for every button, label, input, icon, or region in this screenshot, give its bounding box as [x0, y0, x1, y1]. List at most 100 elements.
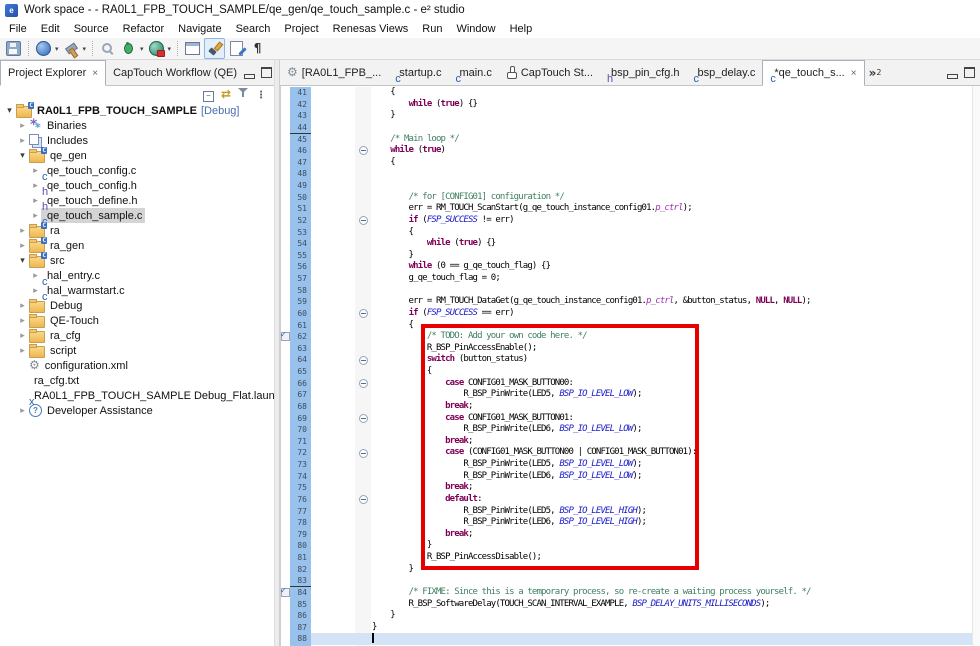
tree-item-ra-cfg-txt[interactable]: ra_cfg.txt: [0, 373, 274, 388]
code-line-text[interactable]: [371, 180, 980, 192]
dropdown-arrow-icon[interactable]: ▾: [55, 45, 59, 53]
code-line-63[interactable]: 63 R_BSP_PinAccessEnable();: [281, 343, 980, 355]
tree-chevron-icon[interactable]: ▸: [30, 196, 41, 206]
tree-item-qe-touch-config-c[interactable]: ▸qe_touch_config.c: [0, 163, 274, 178]
task-marker-icon[interactable]: [281, 332, 290, 341]
code-line-76[interactable]: 76 default:: [281, 494, 980, 506]
code-line-text[interactable]: [371, 285, 980, 297]
tree-chevron-icon[interactable]: ▸: [17, 241, 28, 251]
menu-run[interactable]: Run: [415, 21, 449, 37]
toolbar-qe-run-button[interactable]: [147, 39, 166, 58]
dropdown-arrow-icon[interactable]: ▾: [168, 45, 172, 53]
panel-tab-project-explorer[interactable]: Project Explorer×: [0, 60, 106, 86]
code-line-text[interactable]: if (FSP_SUCCESS == err): [371, 308, 980, 320]
line-number[interactable]: 74: [290, 471, 311, 483]
toolbar-launch-console-button[interactable]: [34, 39, 53, 58]
code-line-text[interactable]: {: [371, 87, 980, 99]
fold-ruler-cell[interactable]: [355, 145, 371, 157]
tree-item-script[interactable]: ▸script: [0, 343, 274, 358]
toolbar-format-brush-button[interactable]: [204, 38, 225, 59]
code-line-79[interactable]: 79 break;: [281, 529, 980, 541]
code-line-53[interactable]: 53 {: [281, 227, 980, 239]
code-line-52[interactable]: 52 if (FSP_SUCCESS != err): [281, 215, 980, 227]
code-line-text[interactable]: if (FSP_SUCCESS != err): [371, 215, 980, 227]
line-number[interactable]: 71: [290, 436, 311, 448]
tree-chevron-icon[interactable]: ▸: [17, 346, 28, 356]
code-line-text[interactable]: R_BSP_SoftwareDelay(TOUCH_SCAN_INTERVAL_…: [371, 599, 980, 611]
code-line-43[interactable]: 43 }: [281, 110, 980, 122]
code-line-56[interactable]: 56 while (0 == g_qe_touch_flag) {}: [281, 261, 980, 273]
code-line-58[interactable]: 58: [281, 285, 980, 297]
code-line-text[interactable]: {: [371, 320, 980, 332]
code-line-text[interactable]: break;: [371, 529, 980, 541]
code-line-59[interactable]: 59 err = RM_TOUCH_DataGet(g_qe_touch_ins…: [281, 296, 980, 308]
code-line-text[interactable]: R_BSP_PinAccessDisable();: [371, 552, 980, 564]
tree-item-ra-cfg[interactable]: ▸ra_cfg: [0, 328, 274, 343]
maximize-icon[interactable]: [261, 67, 272, 78]
tree-item-ra[interactable]: ▸ra: [0, 223, 274, 238]
menu-help[interactable]: Help: [503, 21, 540, 37]
tree-chevron-icon[interactable]: ▾: [17, 151, 28, 161]
line-number[interactable]: 53: [290, 227, 311, 239]
panel-toolbar-view-menu-button[interactable]: ⋮: [256, 85, 266, 103]
code-line-78[interactable]: 78 R_BSP_PinWrite(LED6, BSP_IO_LEVEL_HIG…: [281, 517, 980, 529]
panel-tab-captouch-workflow-qe[interactable]: CapTouch Workflow (QE): [106, 60, 244, 85]
dropdown-arrow-icon[interactable]: ▾: [140, 45, 144, 53]
code-line-67[interactable]: 67 R_BSP_PinWrite(LED5, BSP_IO_LEVEL_LOW…: [281, 389, 980, 401]
tree-item-src[interactable]: ▾src: [0, 253, 274, 268]
tree-chevron-icon[interactable]: ▾: [17, 256, 28, 266]
code-line-text[interactable]: R_BSP_PinAccessEnable();: [371, 343, 980, 355]
code-line-text[interactable]: default:: [371, 494, 980, 506]
line-number[interactable]: 78: [290, 517, 311, 529]
line-number[interactable]: 48: [290, 168, 311, 180]
tree-chevron-icon[interactable]: ▸: [17, 226, 28, 236]
fold-collapse-icon[interactable]: [359, 356, 368, 365]
line-number[interactable]: 41: [290, 87, 311, 99]
code-line-42[interactable]: 42 while (true) {}: [281, 99, 980, 111]
code-line-57[interactable]: 57 g_qe_touch_flag = 0;: [281, 273, 980, 285]
code-line-66[interactable]: 66 case CONFIG01_MASK_BUTTON00:: [281, 378, 980, 390]
code-line-61[interactable]: 61 {: [281, 320, 980, 332]
code-line-text[interactable]: case CONFIG01_MASK_BUTTON00:: [371, 378, 980, 390]
fold-collapse-icon[interactable]: [359, 379, 368, 388]
line-number[interactable]: 73: [290, 459, 311, 471]
line-number[interactable]: 61: [290, 320, 311, 332]
line-number[interactable]: 62: [290, 331, 311, 343]
line-number[interactable]: 85: [290, 599, 311, 611]
code-line-77[interactable]: 77 R_BSP_PinWrite(LED5, BSP_IO_LEVEL_HIG…: [281, 506, 980, 518]
minimize-icon[interactable]: [244, 74, 255, 79]
code-line-86[interactable]: 86 }: [281, 610, 980, 622]
tree-item-ra0l1-fpb-touch-sample-debug-flat-launch[interactable]: RA0L1_FPB_TOUCH_SAMPLE Debug_Flat.launch: [0, 388, 274, 403]
code-line-72[interactable]: 72 case (CONFIG01_MASK_BUTTON00 | CONFIG…: [281, 447, 980, 459]
code-line-text[interactable]: }: [371, 622, 980, 634]
line-number[interactable]: 57: [290, 273, 311, 285]
editor-tab-ra0l1-fpb[interactable]: ⚙[RA0L1_FPB_...: [280, 60, 388, 85]
tree-chevron-icon[interactable]: ▸: [30, 286, 41, 296]
tree-chevron-icon[interactable]: ▾: [4, 106, 15, 116]
tree-item-configuration-xml[interactable]: ⚙configuration.xml: [0, 358, 274, 373]
menu-search[interactable]: Search: [229, 21, 278, 37]
line-number[interactable]: 81: [290, 552, 311, 564]
fold-ruler-cell[interactable]: [355, 494, 371, 506]
line-number[interactable]: 65: [290, 366, 311, 378]
code-line-text[interactable]: while (true) {}: [371, 99, 980, 111]
menu-navigate[interactable]: Navigate: [171, 21, 228, 37]
line-number[interactable]: 63: [290, 343, 311, 355]
menu-project[interactable]: Project: [277, 21, 325, 37]
code-line-68[interactable]: 68 break;: [281, 401, 980, 413]
close-icon[interactable]: ×: [92, 68, 98, 79]
line-number[interactable]: 59: [290, 296, 311, 308]
panel-toolbar-filter-button[interactable]: [238, 85, 249, 103]
code-line-text[interactable]: }: [371, 540, 980, 552]
code-editor[interactable]: 41 {42 while (true) {}43 }4445 /* Main l…: [280, 86, 980, 646]
line-number[interactable]: 55: [290, 250, 311, 262]
code-line-text[interactable]: break;: [371, 436, 980, 448]
line-number[interactable]: 58: [290, 285, 311, 297]
code-line-text[interactable]: {: [371, 366, 980, 378]
code-line-64[interactable]: 64 switch (button_status): [281, 354, 980, 366]
code-line-text[interactable]: err = RM_TOUCH_ScanStart(g_qe_touch_inst…: [371, 203, 980, 215]
line-number[interactable]: 46: [290, 145, 311, 157]
task-marker-icon[interactable]: [281, 588, 290, 597]
tree-chevron-icon[interactable]: ▸: [17, 136, 28, 146]
tree-chevron-icon[interactable]: ▸: [30, 271, 41, 281]
